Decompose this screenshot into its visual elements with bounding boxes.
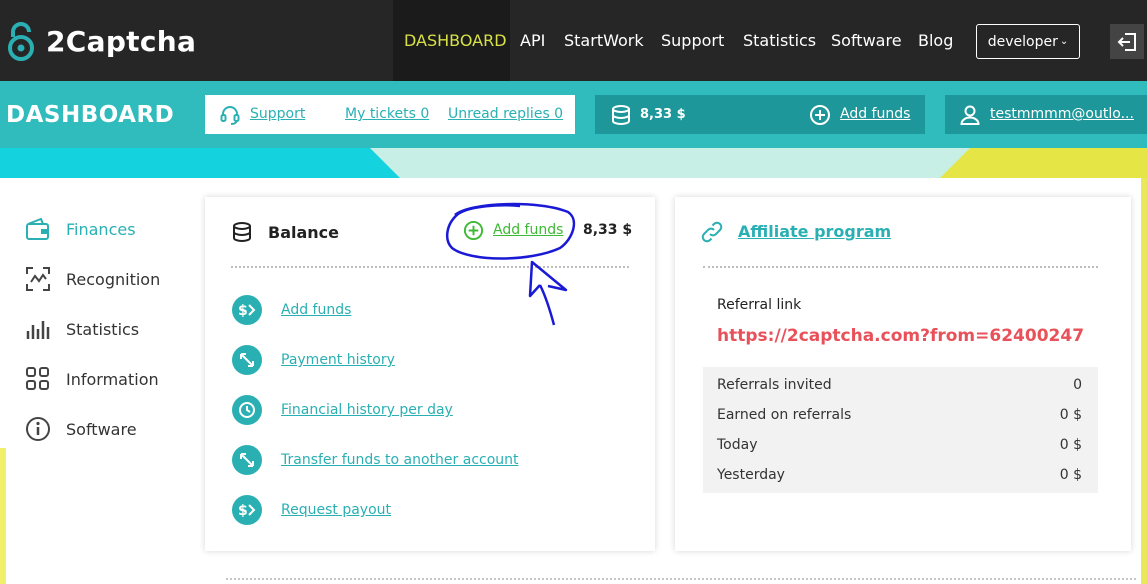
sidebar-item-software[interactable]: Software (24, 414, 137, 444)
action-add-funds[interactable]: $ Add funds (232, 295, 351, 325)
page-title: DASHBOARD (6, 102, 175, 128)
action-transfer-funds[interactable]: Transfer funds to another account (232, 445, 519, 475)
nav-dashboard[interactable]: DASHBOARD (404, 31, 507, 50)
referral-link[interactable]: https://2captcha.com?from=62400247 (717, 326, 1084, 346)
arrows-icon (232, 445, 262, 475)
referral-stats: Referrals invited 0 Earned on referrals … (703, 367, 1098, 493)
sidebar-item-recognition[interactable]: Recognition (24, 264, 160, 294)
role-select-value: developer (987, 33, 1058, 50)
sidebar-item-label: Statistics (66, 319, 140, 339)
divider (231, 266, 629, 268)
divider (703, 266, 1098, 268)
stat-value: 0 $ (1059, 407, 1082, 423)
sidebar-item-information[interactable]: Information (24, 364, 159, 394)
stat-row: Earned on referrals 0 $ (703, 400, 1098, 430)
affiliate-program-link[interactable]: Affiliate program (738, 222, 891, 241)
stat-value: 0 $ (1059, 437, 1082, 453)
bar-chart-icon (24, 315, 52, 343)
action-label[interactable]: Transfer funds to another account (281, 452, 519, 468)
svg-text:$: $ (238, 303, 248, 319)
stat-label: Earned on referrals (717, 407, 852, 423)
plus-circle-icon (810, 105, 830, 125)
nav-api[interactable]: API (520, 31, 545, 50)
sidebar-item-label: Finances (66, 219, 136, 239)
action-request-payout[interactable]: $ Request payout (232, 495, 391, 525)
brand-name: 2Captcha (46, 24, 197, 58)
history-icon (232, 395, 262, 425)
action-label[interactable]: Financial history per day (281, 402, 453, 418)
action-financial-history[interactable]: Financial history per day (232, 395, 453, 425)
deco-cyan (0, 148, 400, 178)
coins-icon (612, 105, 630, 125)
support-link[interactable]: Support (250, 106, 305, 122)
recognition-icon (24, 265, 52, 293)
header-balance-value: 8,33 $ (640, 107, 686, 122)
info-icon (24, 415, 52, 443)
action-label[interactable]: Payment history (281, 352, 395, 368)
sidebar-item-label: Software (66, 419, 137, 439)
link-icon (701, 221, 723, 243)
bottom-divider (226, 578, 1136, 580)
svg-text:$: $ (238, 503, 248, 519)
stat-row: Referrals invited 0 (703, 370, 1098, 400)
stat-value: 0 $ (1059, 467, 1082, 483)
header-balance-box: 8,33 $ Add funds (595, 95, 925, 134)
grid-icon (24, 365, 52, 393)
plus-circle-icon (463, 220, 484, 241)
deco-mint (370, 148, 970, 178)
user-icon (960, 105, 980, 125)
nav-startwork[interactable]: StartWork (564, 31, 644, 50)
stat-row: Yesterday 0 $ (703, 460, 1098, 490)
stat-row: Today 0 $ (703, 430, 1098, 460)
chevron-down-icon: ⌄ (1059, 36, 1069, 47)
dollar-arrow-icon: $ (232, 495, 262, 525)
wallet-icon (24, 215, 52, 243)
nav-software[interactable]: Software (831, 31, 902, 50)
header-add-funds-link[interactable]: Add funds (840, 106, 910, 122)
logout-button[interactable] (1110, 24, 1144, 59)
lock-logo-icon (8, 22, 34, 61)
stat-label: Referrals invited (717, 377, 832, 393)
my-tickets-link[interactable]: My tickets 0 (345, 106, 429, 122)
top-navbar: 2Captcha DASHBOARD API StartWork Support… (0, 0, 1147, 81)
add-funds-link[interactable]: Add funds (493, 222, 563, 238)
referral-label: Referral link (717, 297, 802, 313)
balance-title: Balance (268, 223, 339, 242)
unread-replies-link[interactable]: Unread replies 0 (448, 106, 563, 122)
sidebar-item-finances[interactable]: Finances (24, 214, 136, 244)
user-box[interactable]: testmmmm@outlo... (945, 95, 1147, 134)
balance-value: 8,33 $ (583, 222, 633, 238)
logo[interactable]: 2Captcha (4, 20, 196, 62)
sidebar-item-statistics[interactable]: Statistics (24, 314, 139, 344)
sidebar-item-label: Recognition (66, 269, 161, 289)
main-panel: Finances Recognition Statistics Informat… (6, 178, 1141, 584)
role-select[interactable]: developer ⌄ (976, 24, 1080, 59)
balance-card: Balance Add funds 8,33 $ $ Add funds Pay… (205, 197, 655, 551)
nav-statistics[interactable]: Statistics (743, 31, 816, 50)
user-email-link[interactable]: testmmmm@outlo... (990, 106, 1134, 122)
deco-right-yellow (1141, 178, 1147, 584)
nav-support[interactable]: Support (661, 31, 724, 50)
sidebar-item-label: Information (66, 369, 159, 389)
deco-yellow (940, 148, 1147, 178)
dashboard-header-band: DASHBOARD Support My tickets 0 Unread re… (0, 81, 1147, 148)
logout-icon (1117, 32, 1136, 51)
arrows-icon (232, 345, 262, 375)
nav-blog[interactable]: Blog (918, 31, 953, 50)
stat-label: Yesterday (717, 467, 785, 483)
support-box: Support My tickets 0 Unread replies 0 (205, 95, 575, 134)
affiliate-card: Affiliate program Referral link https://… (675, 197, 1131, 551)
dollar-arrow-icon: $ (232, 295, 262, 325)
stat-label: Today (717, 437, 758, 453)
action-label[interactable]: Request payout (281, 502, 391, 518)
headset-icon (220, 106, 240, 125)
action-payment-history[interactable]: Payment history (232, 345, 395, 375)
stat-value: 0 (1073, 377, 1082, 393)
action-label[interactable]: Add funds (281, 302, 351, 318)
coins-icon (233, 222, 251, 242)
